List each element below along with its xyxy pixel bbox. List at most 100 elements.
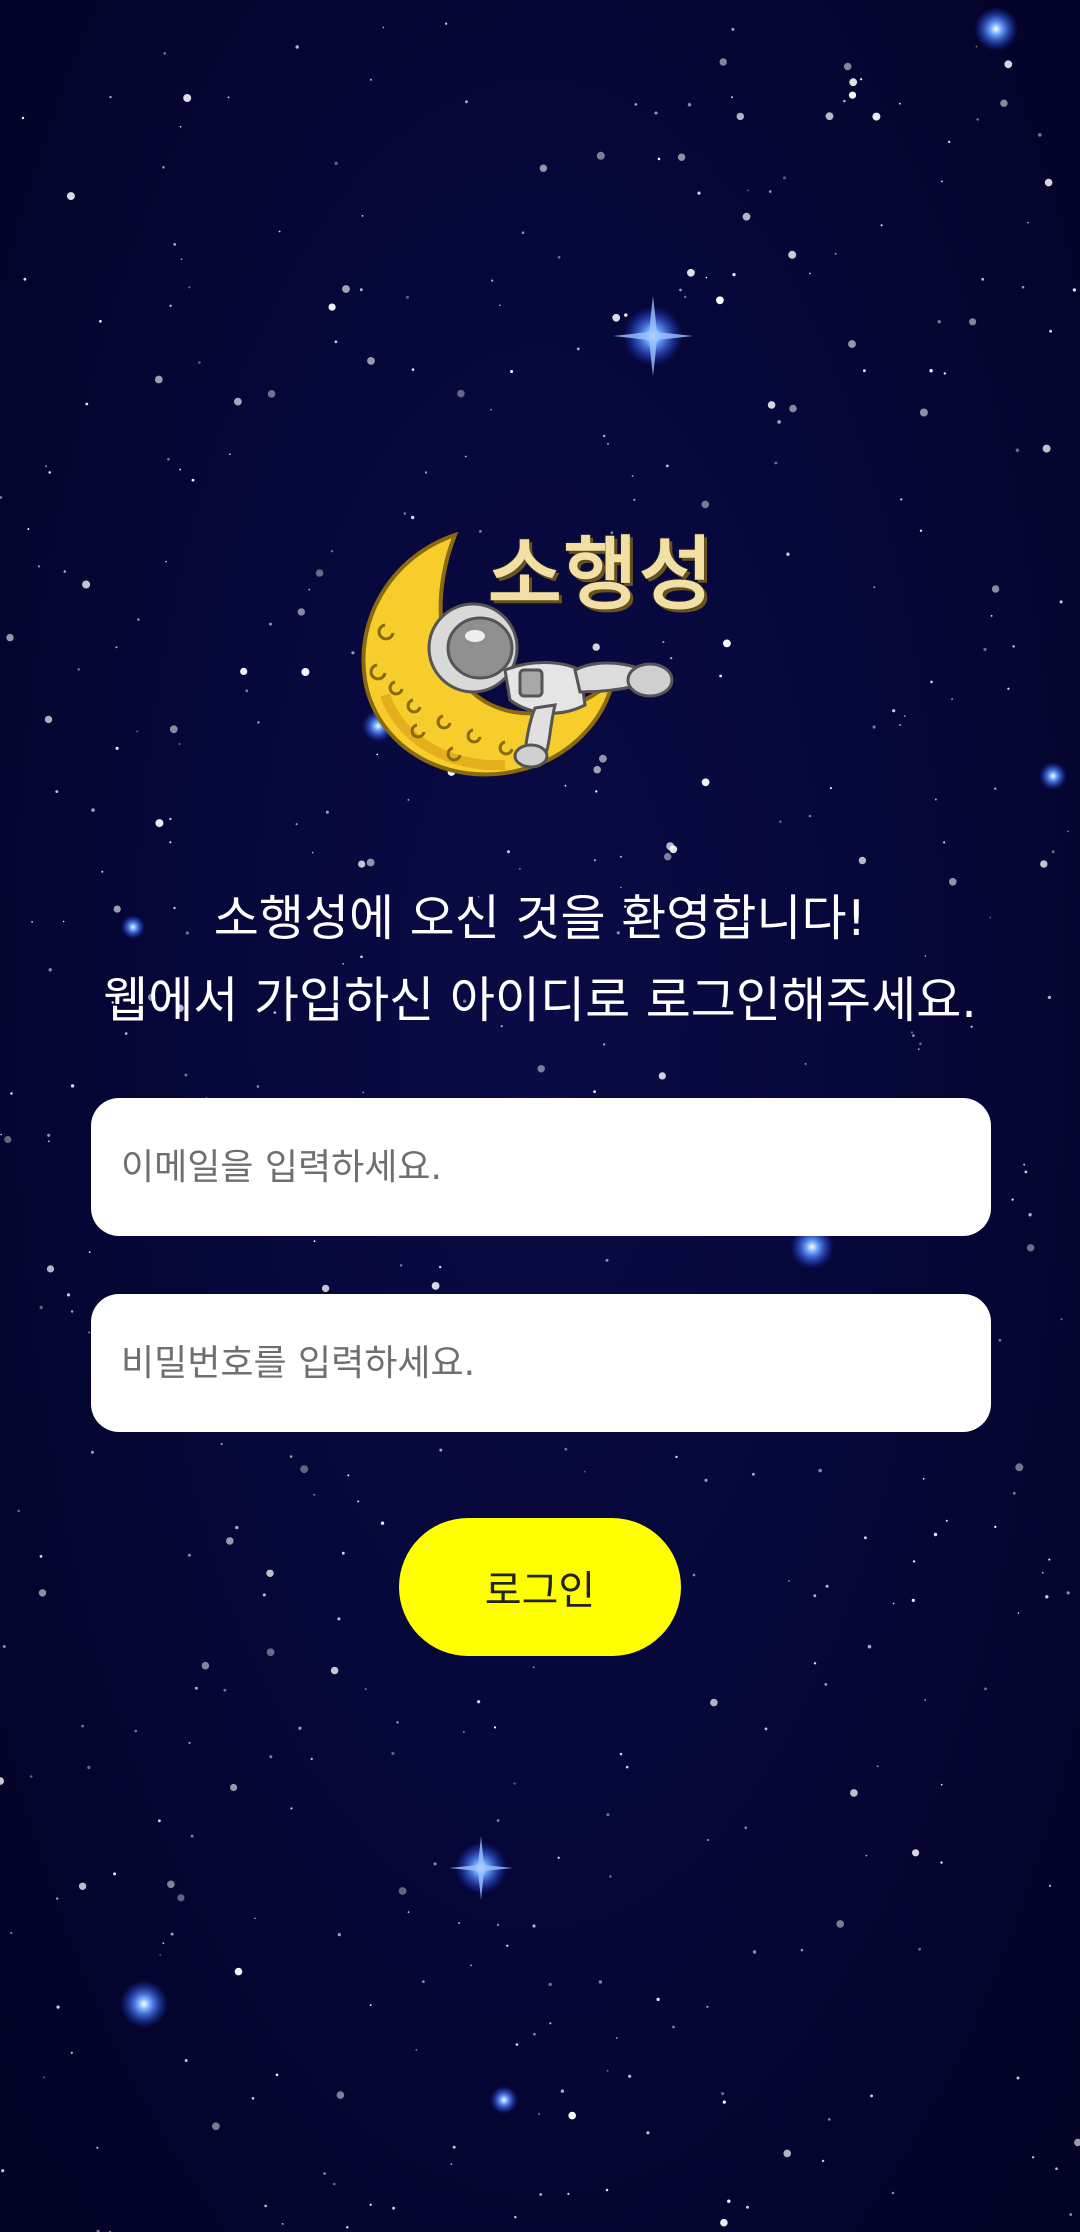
star-dot [162, 166, 165, 169]
star-dot [665, 464, 669, 468]
email-input[interactable] [119, 1145, 963, 1189]
star-dot [981, 277, 985, 281]
password-input[interactable] [119, 1341, 963, 1385]
email-field-container[interactable] [91, 1098, 991, 1236]
star-dot [710, 1698, 718, 1707]
login-button[interactable]: 로그인 [399, 1518, 681, 1656]
star-dot [334, 340, 338, 344]
star-dot [347, 1474, 350, 1477]
star-dot [85, 402, 89, 406]
star-dot [254, 1917, 256, 1920]
star-dot [607, 443, 609, 445]
star-dot [911, 1598, 915, 1602]
star-dot [173, 243, 176, 246]
star-dot [496, 1819, 500, 1822]
star-dot [679, 288, 682, 292]
star-dot [46, 1265, 55, 1273]
star-dot [537, 1065, 545, 1073]
star-dot [256, 1085, 260, 1088]
star-dot [625, 1765, 629, 1769]
star-dot [603, 1043, 606, 1046]
star-dot [912, 1849, 920, 1857]
star-dot [548, 1982, 552, 1987]
star-dot [934, 798, 937, 801]
star-dot [821, 2159, 825, 2163]
star-dot [722, 2100, 726, 2104]
star-dot [697, 191, 701, 195]
star-dot [66, 1293, 71, 1297]
star-dot [828, 2118, 831, 2121]
star-dot [707, 1838, 710, 1842]
star-dot [891, 2191, 895, 2195]
star-dot [606, 2069, 609, 2072]
star-dot [1055, 2167, 1058, 2170]
star-dot [337, 1617, 341, 1621]
star-dot [96, 2146, 99, 2149]
star-dot [863, 369, 866, 372]
star-dot [583, 1470, 586, 1473]
star-dot [943, 841, 946, 844]
star-dot [167, 457, 170, 461]
star-dot [593, 859, 596, 862]
star-dot [334, 161, 338, 165]
star-dot [892, 1602, 895, 1605]
star-dot [1007, 687, 1010, 690]
star-dot [278, 230, 281, 233]
star-dot [90, 1450, 94, 1454]
star-dot [940, 1861, 943, 1864]
star-dot [991, 585, 1000, 593]
star-dot [39, 1305, 43, 1310]
star-dot [163, 52, 166, 55]
star-dot [301, 668, 310, 676]
star-dot [444, 22, 448, 25]
star-dot [422, 1980, 425, 1983]
star-dot [1067, 830, 1069, 833]
star-dot [788, 1580, 790, 1582]
star-dot [398, 1887, 407, 1895]
star-dot [1059, 600, 1063, 604]
star-dot [872, 725, 876, 729]
star-dot [872, 112, 881, 121]
star-dot [514, 2216, 517, 2219]
star-dot [990, 615, 993, 617]
star-dot [56, 2005, 60, 2009]
star-dot [969, 318, 977, 326]
star-dot [612, 313, 621, 322]
star-dot [1074, 2138, 1080, 2147]
star-dot [860, 78, 863, 81]
star-dot [227, 96, 230, 99]
star-dot [155, 819, 164, 828]
star-dot [88, 1251, 91, 1253]
star-dot [313, 1493, 316, 1496]
star-dot [605, 2188, 609, 2192]
star-dot [1041, 1571, 1044, 1574]
star-dot [646, 2131, 650, 2135]
star-dot [521, 231, 525, 234]
star-dot [87, 1765, 91, 1770]
star-dot [496, 1923, 500, 1927]
star-dot [557, 255, 561, 259]
star-dot [269, 622, 272, 626]
star-dot [1024, 1170, 1028, 1174]
star-dot [177, 1894, 185, 1902]
star-dot [195, 1686, 198, 1690]
star-dot [162, 1942, 165, 1945]
star-dot [917, 1048, 920, 1051]
star-dot [264, 2204, 267, 2208]
star-dot [298, 1726, 302, 1730]
star-dot [179, 468, 182, 471]
star-dot [930, 680, 933, 684]
star-dot [976, 118, 979, 121]
star-dot [399, 1264, 403, 1267]
password-field-container[interactable] [91, 1294, 991, 1432]
star-dot [321, 1284, 330, 1293]
star-dot [313, 1240, 316, 1243]
star-dot [898, 102, 901, 105]
star-dot [1042, 444, 1051, 453]
star-dot [539, 164, 548, 172]
star-dot [719, 58, 727, 66]
star-dot [624, 313, 628, 317]
star-dot [598, 1980, 603, 1984]
star-dot [767, 401, 776, 409]
star-dot [539, 2193, 543, 2196]
